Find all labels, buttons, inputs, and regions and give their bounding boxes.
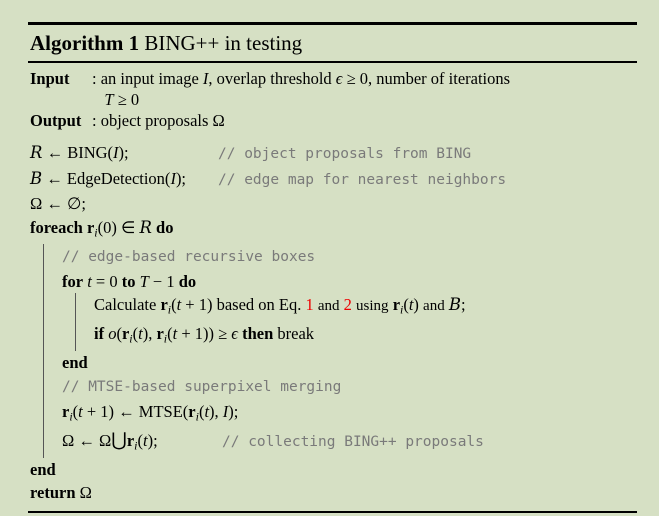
indent-bar-inner bbox=[75, 322, 76, 351]
if-keyword: if bbox=[94, 324, 105, 344]
input-label: Input bbox=[30, 69, 70, 88]
indent-bar-outer bbox=[43, 244, 44, 270]
input-text-2: T ≥ 0 bbox=[104, 90, 140, 109]
line-comment-mtse: // MTSE-based superpixel merging bbox=[30, 374, 637, 400]
output-label: Output bbox=[30, 111, 82, 130]
indent-bar-outer bbox=[43, 269, 44, 294]
foreach-condition: ri(0) ∈ R bbox=[86, 217, 152, 239]
if-condition: o(ri(t), ri(t + 1)) ≥ ϵ bbox=[108, 324, 238, 346]
calculate-text: Calculate ri(t + 1) based on Eq. 1 and 2… bbox=[94, 295, 466, 317]
line-collect: Ω ← Ω⋃ri(t); // collecting BING++ proposa… bbox=[30, 428, 637, 458]
line-for: for t = 0 to T − 1 do bbox=[30, 269, 637, 294]
indent-bar-outer bbox=[43, 428, 44, 458]
foreach-keyword: foreach bbox=[30, 217, 83, 237]
for-limit: T − 1 bbox=[139, 271, 175, 291]
then-keyword: then bbox=[242, 324, 274, 344]
comment-edge-based: // edge-based recursive boxes bbox=[62, 249, 316, 266]
indent-bar-outer bbox=[43, 293, 44, 323]
line-edge-code: B ← EdgeDetection(I); bbox=[30, 168, 187, 188]
for-condition: t bbox=[87, 271, 92, 291]
break-keyword: break bbox=[277, 324, 315, 344]
line-collect-code: Ω ← Ω⋃ri(t); bbox=[62, 429, 158, 453]
line-bing: R ← BING(I); // object proposals from BIN… bbox=[30, 141, 637, 167]
line-omega-init-code: Ω ← ∅; bbox=[30, 194, 86, 213]
line-comment-edge-based: // edge-based recursive boxes bbox=[30, 244, 637, 270]
line-calculate: Calculate ri(t + 1) based on Eq. 1 and 2… bbox=[30, 293, 637, 323]
for-do-keyword: do bbox=[178, 271, 197, 291]
eq-ref-1[interactable]: 1 bbox=[306, 295, 314, 314]
do-keyword: do bbox=[156, 217, 174, 237]
to-keyword: to bbox=[121, 271, 136, 291]
input-separator: : bbox=[92, 69, 97, 88]
comment-collect: // collecting BING++ proposals bbox=[222, 433, 484, 450]
algorithm-title-row: Algorithm 1 BING++ in testing bbox=[28, 25, 637, 61]
input-line-2: T ≥ 0 bbox=[30, 89, 637, 110]
line-foreach: foreach ri(0) ∈ R do bbox=[30, 216, 637, 245]
algorithm-keyword: Algorithm 1 bbox=[30, 31, 140, 55]
line-mtse: ri(t + 1) ← MTSE(ri(t), I); bbox=[30, 399, 637, 429]
indent-bar-outer bbox=[43, 350, 44, 375]
indent-bar-outer bbox=[43, 399, 44, 429]
line-bing-code: R ← BING(I); bbox=[30, 143, 129, 162]
for-keyword: for bbox=[62, 271, 84, 291]
input-line-1: Input: an input image I, overlap thresho… bbox=[30, 68, 637, 89]
indent-bar-inner bbox=[75, 293, 76, 323]
line-omega-init: Ω ← ∅; bbox=[30, 192, 637, 216]
line-if-break: if o(ri(t), ri(t + 1)) ≥ ϵ then break bbox=[30, 322, 637, 351]
algorithm-block: Algorithm 1 BING++ in testing Input: an … bbox=[28, 22, 637, 513]
indent-guides-5 bbox=[30, 350, 637, 375]
end-inner-keyword: end bbox=[62, 352, 88, 372]
line-end-inner: end bbox=[30, 350, 637, 375]
output-text: object proposals Ω bbox=[100, 111, 225, 130]
comment-mtse: // MTSE-based superpixel merging bbox=[62, 379, 342, 396]
io-block: Input: an input image I, overlap thresho… bbox=[28, 63, 637, 135]
line-edge-detection: B ← EdgeDetection(I); // edge map for nea… bbox=[30, 167, 637, 193]
comment-bing: // object proposals from BING bbox=[218, 146, 472, 162]
bottom-rule bbox=[28, 510, 637, 513]
return-keyword: return bbox=[30, 483, 76, 503]
and-text: and bbox=[317, 298, 340, 315]
line-return: return Ω bbox=[30, 481, 637, 505]
input-text-1: an input image I, overlap threshold ϵ ≥ … bbox=[100, 69, 511, 88]
algorithm-body: R ← BING(I); // object proposals from BIN… bbox=[28, 135, 637, 511]
output-line: Output: object proposals Ω bbox=[30, 110, 637, 131]
return-value: Ω bbox=[79, 483, 92, 503]
eq-ref-2[interactable]: 2 bbox=[344, 295, 352, 314]
indent-bar-outer bbox=[43, 322, 44, 351]
algorithm-name: BING++ in testing bbox=[144, 31, 303, 55]
line-end-outer: end bbox=[30, 458, 637, 482]
end-outer-keyword: end bbox=[30, 459, 56, 479]
indent-bar-outer bbox=[43, 374, 44, 400]
line-mtse-code: ri(t + 1) ← MTSE(ri(t), I); bbox=[62, 401, 239, 424]
output-separator: : bbox=[92, 111, 97, 130]
comment-edge: // edge map for nearest neighbors bbox=[218, 171, 507, 188]
